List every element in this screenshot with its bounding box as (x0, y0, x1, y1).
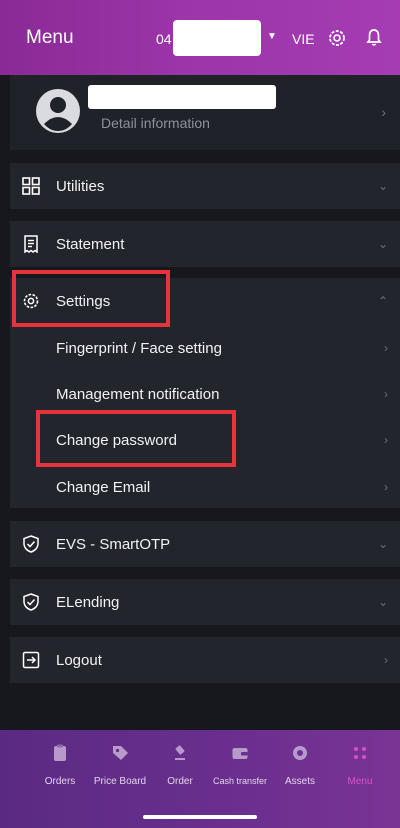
chevron-right-icon: › (384, 387, 388, 401)
chevron-down-icon: ⌄ (377, 237, 388, 251)
bottom-tab-bar: Orders Price Board Order Cash transfer A… (0, 730, 400, 828)
account-number-redacted[interactable] (173, 20, 261, 56)
language-switch[interactable]: VIE (292, 31, 315, 47)
menu-logout[interactable]: Logout › (10, 637, 400, 683)
tab-label: Cash transfer (212, 776, 268, 786)
menu-elending-label: ELending (56, 593, 120, 611)
receipt-icon (24, 235, 38, 253)
settings-item-fingerprint[interactable]: Fingerprint / Face setting › (10, 325, 400, 371)
tab-label: Menu (347, 776, 373, 787)
gear-icon[interactable] (327, 28, 347, 48)
chevron-down-icon: ⌄ (377, 595, 388, 609)
settings-highlight-box (12, 270, 170, 327)
tab-label: Order (167, 776, 193, 787)
chevron-right-icon: › (381, 104, 386, 120)
grid-icon (22, 177, 40, 195)
tab-label: Price Board (93, 776, 147, 787)
tab-label: Orders (44, 776, 76, 787)
chevron-up-icon: ⌃ (377, 294, 388, 308)
menu-utilities[interactable]: Utilities ⌄ (10, 163, 400, 209)
tab-assets[interactable]: Assets (280, 730, 320, 810)
chevron-right-icon: › (384, 653, 388, 667)
coins-icon (293, 746, 307, 760)
menu-evs-label: EVS - SmartOTP (56, 535, 171, 553)
logout-icon (22, 651, 40, 669)
chevron-right-icon: › (384, 480, 388, 494)
page-title: Menu (26, 26, 74, 48)
clipboard-icon (54, 744, 66, 761)
settings-item-label: Fingerprint / Face setting (56, 339, 222, 357)
tab-menu[interactable]: Menu (336, 730, 384, 810)
user-name-redacted (88, 85, 276, 109)
settings-item-label: Management notification (56, 385, 220, 403)
tag-icon (113, 746, 128, 760)
menu-elending[interactable]: ELending ⌄ (10, 579, 400, 625)
bell-icon[interactable] (364, 27, 384, 47)
shield-check-icon (23, 593, 39, 611)
tab-label: Assets (284, 776, 315, 787)
settings-item-change-email[interactable]: Change Email › (10, 464, 400, 510)
settings-item-label: Change Email (56, 478, 151, 496)
account-dropdown-caret-icon[interactable]: ▼ (267, 31, 277, 42)
menu-statement[interactable]: Statement ⌄ (10, 221, 400, 267)
menu-statement-label: Statement (56, 235, 125, 253)
dots-grid-icon (354, 747, 366, 759)
tab-orders[interactable]: Orders (38, 730, 82, 810)
menu-utilities-label: Utilities (56, 177, 105, 195)
home-indicator (143, 815, 257, 819)
tab-price-board[interactable]: Price Board (88, 730, 152, 810)
change-password-highlight-box (36, 410, 236, 467)
chevron-down-icon: ⌄ (377, 179, 388, 193)
menu-logout-label: Logout (56, 651, 102, 669)
profile-card[interactable]: Detail information › (10, 75, 400, 150)
account-number-prefix[interactable]: 04 (156, 31, 172, 47)
wallet-icon (232, 748, 248, 759)
shield-check-icon (23, 535, 39, 553)
tab-cash-transfer[interactable]: Cash transfer (206, 730, 274, 810)
gavel-icon (175, 745, 185, 760)
detail-information-label: Detail information (101, 115, 210, 131)
chevron-down-icon: ⌄ (377, 537, 388, 551)
user-avatar-icon (36, 89, 80, 133)
tab-order[interactable]: Order (160, 730, 200, 810)
chevron-right-icon: › (384, 433, 388, 447)
chevron-right-icon: › (384, 341, 388, 355)
menu-evs-smartotp[interactable]: EVS - SmartOTP ⌄ (10, 521, 400, 567)
